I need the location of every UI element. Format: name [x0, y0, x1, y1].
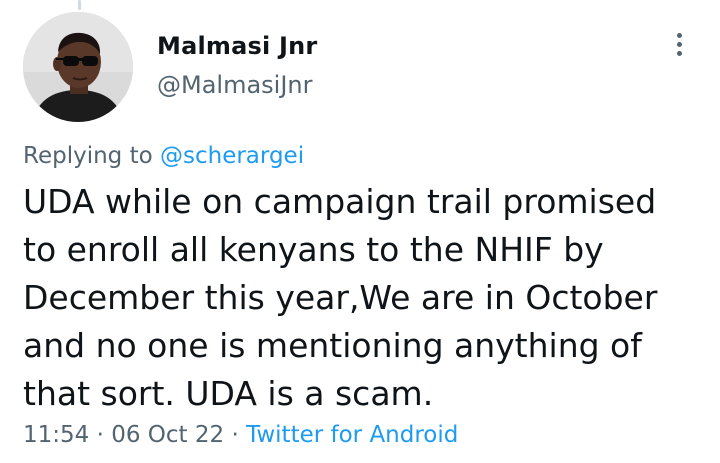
- tweet-text: UDA while on campaign trail promised to …: [23, 178, 713, 418]
- tweet-text-line: to enroll all kenyans to the NHIF by: [23, 230, 604, 269]
- more-vertical-icon[interactable]: [670, 28, 690, 62]
- replying-to-label: Replying to: [23, 143, 160, 169]
- meta-separator: ·: [89, 422, 112, 448]
- meta-separator: ·: [224, 422, 247, 448]
- reply-target-link[interactable]: @scherargei: [160, 143, 304, 169]
- avatar-image: [23, 12, 133, 122]
- more-dot: [677, 51, 682, 56]
- tweet-text-line: December this year,We are in October: [23, 278, 658, 317]
- avatar[interactable]: [23, 12, 133, 122]
- tweet-text-line: and no one is mentioning anything of: [23, 326, 642, 365]
- tweet-text-line: UDA while on campaign trail promised: [23, 182, 657, 221]
- more-dot: [677, 42, 682, 47]
- tweet-time[interactable]: 11:54: [23, 422, 89, 448]
- tweet-date[interactable]: 06 Oct 22: [111, 422, 224, 448]
- replying-to: Replying to @scherargei: [23, 143, 304, 169]
- author-handle[interactable]: @MalmasiJnr: [157, 71, 313, 99]
- tweet-text-line: that sort. UDA is a scam.: [23, 374, 434, 413]
- tweet-meta: 11:54 · 06 Oct 22 · Twitter for Android: [23, 422, 458, 448]
- tweet-source-link[interactable]: Twitter for Android: [246, 422, 458, 448]
- more-dot: [677, 33, 682, 38]
- thread-connector-line: [78, 0, 81, 10]
- author-name[interactable]: Malmasi Jnr: [157, 32, 317, 60]
